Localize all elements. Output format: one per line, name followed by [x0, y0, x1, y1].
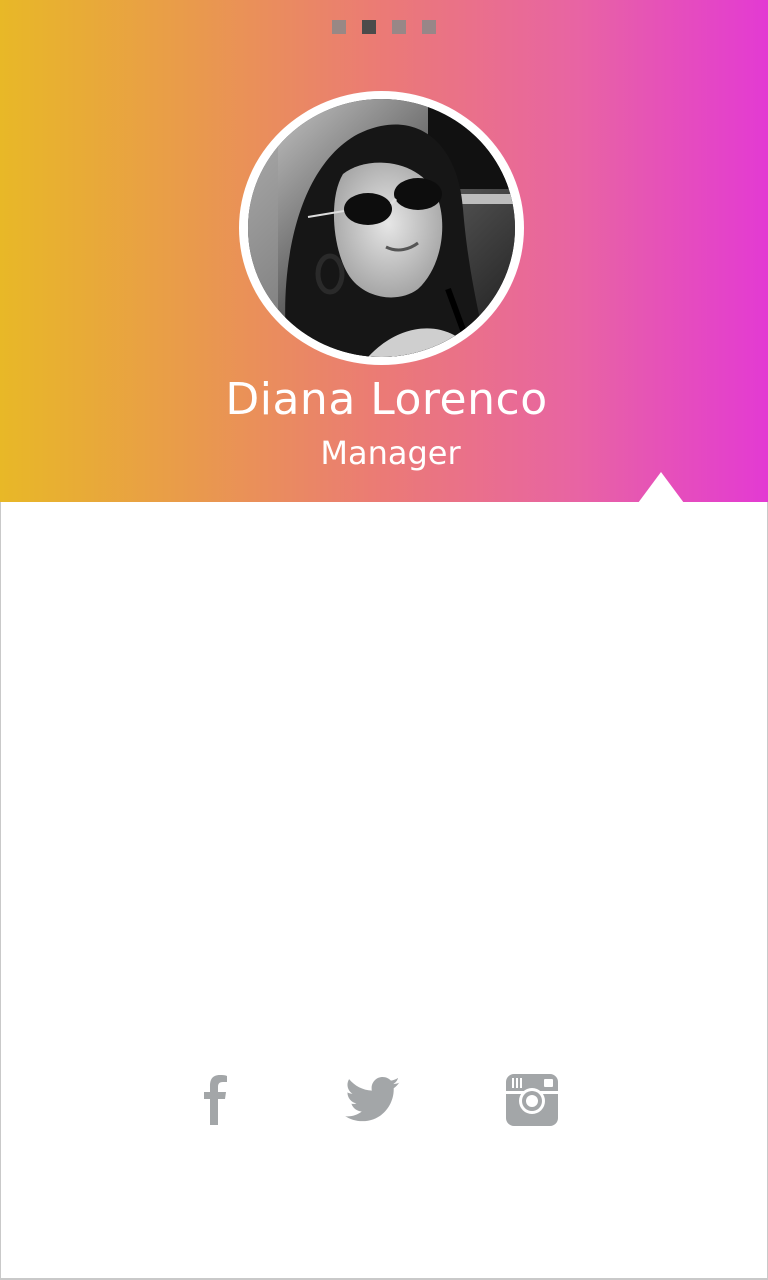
- profile-header: Diana Lorenco Manager: [0, 0, 768, 503]
- content-panel: [0, 502, 768, 1280]
- profile-role: Manager: [320, 434, 461, 472]
- instagram-button[interactable]: [504, 1072, 560, 1128]
- avatar: [248, 99, 515, 357]
- profile-screen: Diana Lorenco Manager: [0, 0, 768, 1280]
- page-dot-4[interactable]: [422, 20, 436, 34]
- profile-name: Diana Lorenco: [225, 374, 548, 425]
- section-pointer: [638, 472, 684, 503]
- twitter-button[interactable]: [343, 1072, 403, 1128]
- facebook-button[interactable]: [196, 1072, 236, 1128]
- twitter-icon: [345, 1077, 400, 1122]
- page-dot-1[interactable]: [332, 20, 346, 34]
- instagram-icon: [506, 1074, 558, 1126]
- facebook-icon: [204, 1075, 227, 1125]
- page-indicator: [0, 20, 768, 34]
- page-dot-2[interactable]: [362, 20, 376, 34]
- page-dot-3[interactable]: [392, 20, 406, 34]
